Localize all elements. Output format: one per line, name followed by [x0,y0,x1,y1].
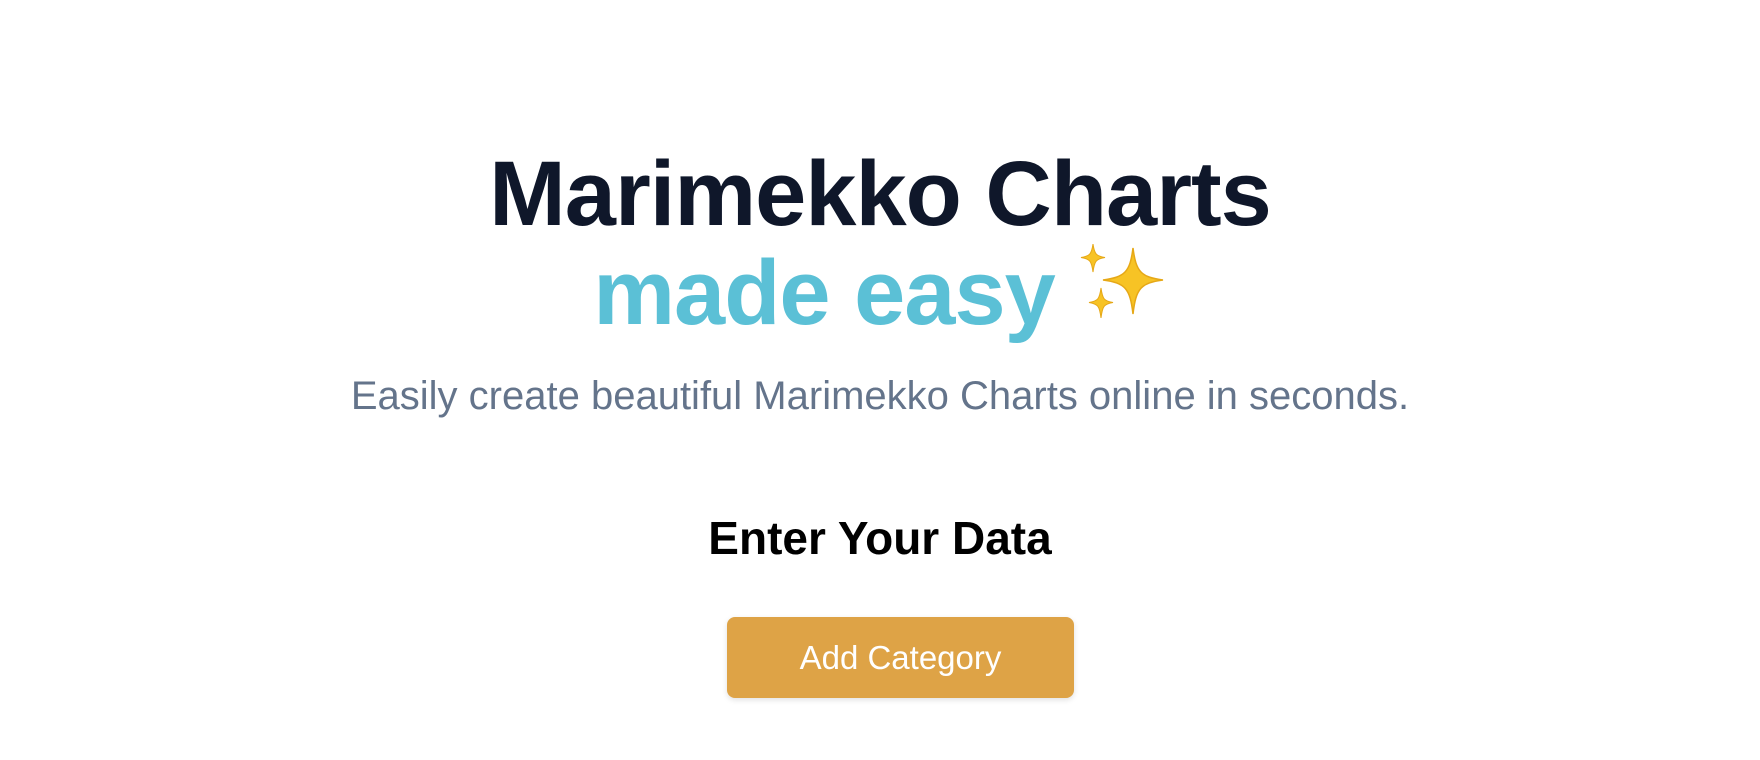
page: Marimekko Charts made easy Easily create… [0,0,1760,760]
hero-title: Marimekko Charts [489,143,1272,245]
hero-tagline: Easily create beautiful Marimekko Charts… [350,374,1410,418]
add-category-button[interactable]: Add Category [727,617,1074,698]
hero-subtitle-line: made easy [0,244,1760,339]
enter-data-heading: Enter Your Data [708,512,1052,564]
sparkles-icon [1075,244,1167,336]
hero-subtitle: made easy [593,242,1056,344]
